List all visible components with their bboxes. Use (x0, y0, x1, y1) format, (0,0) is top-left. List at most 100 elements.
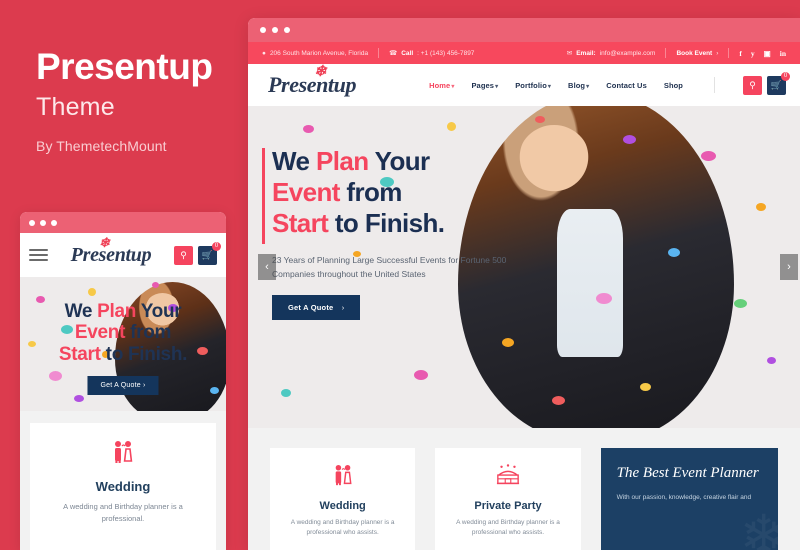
wedding-couple-icon (335, 465, 352, 486)
site-logo-text: Presentup (268, 72, 357, 97)
headline-seg: We (272, 146, 316, 176)
hamburger-menu-icon[interactable] (29, 249, 48, 261)
headline-seg: to Finish. (328, 208, 445, 239)
mobile-logo-text: Presentup (70, 243, 152, 266)
book-event-button[interactable]: Book Event › (676, 50, 718, 57)
hero-carousel: We Plan Your Event from Start to Finish.… (248, 106, 800, 428)
desktop-titlebar (248, 18, 800, 42)
service-card-wedding[interactable]: Wedding A wedding and Birthday planner i… (270, 448, 416, 550)
topbar-call-label: Call (401, 49, 414, 57)
decorative-watermark: ❄ (739, 504, 778, 550)
location-pin-icon: ● (262, 49, 266, 57)
divider (728, 48, 730, 58)
divider (714, 77, 715, 93)
best-event-planner-card[interactable]: ❄ The Best Event Planner With our passio… (600, 448, 778, 550)
hero-content: We Plan Your Event from Start to Finish.… (272, 146, 512, 320)
nav-item-blog[interactable]: Blog▾ (568, 81, 589, 90)
headline-seg: Your (368, 146, 431, 176)
mobile-hero: We Plan Your Event from Start to Finish.… (20, 277, 226, 411)
mobile-services: Wedding A wedding and Birthday planner i… (20, 411, 226, 550)
chevron-right-icon: › (142, 382, 146, 389)
mobile-service-card[interactable]: Wedding A wedding and Birthday planner i… (30, 423, 216, 550)
service-text: A wedding and Birthday planner is a prof… (290, 519, 395, 537)
window-dot-icon[interactable] (51, 219, 57, 226)
wedding-couple-icon (115, 441, 133, 463)
butterfly-flourish-icon: ❄ (314, 64, 327, 80)
hero-headline: We Plan Your Event from Start to Finish. (272, 146, 512, 240)
carousel-prev-button[interactable]: ‹ (258, 254, 276, 280)
mobile-headline-seg: We (64, 301, 98, 323)
desktop-preview-window: ● 206 South Marion Avenue, Florida ☎ Cal… (248, 18, 800, 550)
site-navbar: ❄ Presentup Home▾ Pages▾ Portfolio▾ Blog… (248, 64, 800, 106)
linkedin-icon[interactable]: in (780, 49, 786, 58)
service-text: A wedding and Birthday planner is a prof… (456, 519, 560, 537)
window-dot-icon[interactable] (284, 27, 290, 33)
window-dot-icon[interactable] (29, 219, 35, 226)
mobile-cart-icon[interactable]: 🛒 0 (198, 241, 221, 265)
mobile-headline-seg: from (125, 322, 172, 344)
get-quote-label: Get A Quote (288, 302, 334, 312)
mobile-headline-seg-hl: Plan (97, 301, 137, 323)
mobile-preview-window: ❄ Presentup ⚲ 🛒 0 We Plan Your Event fro… (20, 212, 226, 550)
headline-seg-hl: Event (272, 177, 340, 208)
topbar-phone[interactable]: ☎ Call : +1 (143) 456-7897 (389, 49, 474, 58)
window-dot-icon[interactable] (260, 27, 266, 33)
window-dot-icon[interactable] (272, 27, 278, 33)
get-quote-button[interactable]: Get A Quote › (272, 294, 361, 320)
facebook-icon[interactable]: f (739, 49, 742, 58)
cart-icon[interactable]: 🛒 0 (767, 71, 790, 95)
topbar-email-value: info@example.com (599, 49, 656, 57)
headline-seg: from (339, 177, 402, 208)
mobile-card-text: A wedding and Birthday planner is a prof… (63, 502, 183, 523)
service-title: Private Party (474, 500, 542, 512)
chevron-down-icon: ▾ (495, 83, 499, 90)
nav-item-portfolio[interactable]: Portfolio▾ (515, 81, 551, 90)
nav-item-home[interactable]: Home▾ (429, 81, 454, 90)
envelope-icon: ✉ (566, 50, 573, 57)
site-logo[interactable]: ❄ Presentup (268, 64, 357, 98)
window-dot-icon[interactable] (40, 219, 46, 226)
mobile-card-title: Wedding (95, 479, 151, 494)
chevron-right-icon: › (716, 49, 719, 57)
headline-seg-hl: Plan (315, 146, 369, 176)
chevron-down-icon: ▾ (586, 83, 590, 90)
butterfly-flourish-icon: ❄ (99, 234, 110, 250)
divider (378, 48, 380, 58)
twitter-icon[interactable]: y (751, 49, 755, 58)
topbar-address-text: 206 South Marion Avenue, Florida (269, 49, 369, 57)
instagram-icon[interactable]: ▣ (764, 49, 771, 58)
headline-seg-hl: Start (272, 208, 329, 239)
topbar-email[interactable]: ✉ Email: info@example.com (566, 49, 656, 58)
nav-item-shop[interactable]: Shop (664, 81, 683, 90)
mobile-quote-label: Get A Quote (100, 382, 141, 389)
mobile-headline-seg: to Finish. (100, 343, 188, 365)
hero-accent-bar (262, 148, 265, 244)
nav-item-pages[interactable]: Pages▾ (471, 81, 498, 90)
private-party-icon (496, 464, 520, 485)
main-menu: Home▾ Pages▾ Portfolio▾ Blog▾ Contact Us… (429, 71, 790, 95)
service-title: Wedding (319, 500, 366, 512)
services-section: Wedding A wedding and Birthday planner i… (248, 428, 800, 550)
mobile-headline-seg-hl: Start (58, 343, 101, 365)
mobile-search-icon[interactable]: ⚲ (174, 245, 193, 265)
chevron-down-icon: ▾ (451, 83, 455, 90)
promo-card-text: With our passion, knowledge, creative fl… (616, 493, 752, 501)
mobile-logo[interactable]: ❄ Presentup (48, 235, 174, 267)
search-icon[interactable]: ⚲ (743, 75, 762, 95)
social-links: f y ▣ in (739, 49, 786, 58)
cart-badge: 0 (781, 71, 790, 81)
site-topbar: ● 206 South Marion Avenue, Florida ☎ Cal… (248, 42, 800, 64)
chevron-right-icon: › (341, 302, 345, 312)
promo-card-title: The Best Event Planner (616, 465, 759, 481)
mobile-get-quote-button[interactable]: Get A Quote › (87, 376, 159, 395)
mobile-cart-badge: 0 (212, 241, 221, 251)
mobile-headline-seg-hl: Event (74, 322, 126, 344)
hero-paragraph: 23 Years of Planning Large Successful Ev… (272, 254, 507, 279)
carousel-next-button[interactable]: › (780, 254, 798, 280)
topbar-address: ● 206 South Marion Avenue, Florida (262, 50, 368, 57)
page-subtitle: Theme (36, 92, 115, 121)
service-card-private-party[interactable]: Private Party A wedding and Birthday pla… (435, 448, 581, 550)
chevron-down-icon: ▾ (547, 83, 552, 90)
book-event-label: Book Event (676, 49, 713, 57)
nav-item-contact-us[interactable]: Contact Us (606, 81, 647, 90)
